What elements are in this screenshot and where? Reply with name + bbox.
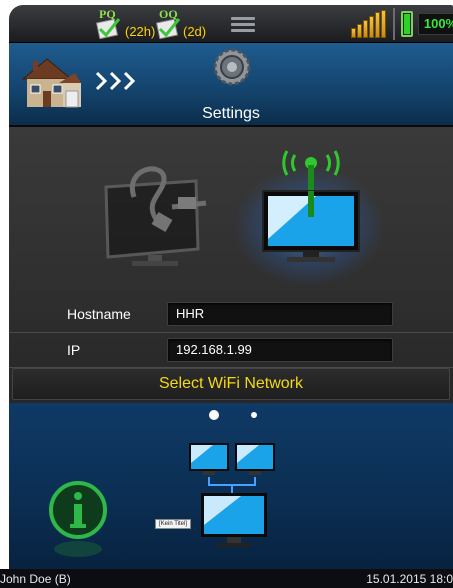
oq-status-badge[interactable]: OQ (2d)	[155, 7, 215, 41]
pq-code: PQ	[99, 7, 116, 21]
signal-strength-icon	[351, 10, 387, 38]
hostname-label: Hostname	[67, 306, 131, 322]
battery-icon	[401, 11, 413, 37]
battery-level-fill	[404, 14, 410, 34]
gear-icon	[213, 48, 251, 86]
window-tooltip: [Kein Titel]	[155, 519, 192, 529]
app-window: PQ (22h) OQ (2d) 100%	[0, 0, 453, 588]
network-monitors-icon[interactable]	[185, 441, 281, 565]
status-bar: PQ (22h) OQ (2d) 100%	[9, 5, 453, 43]
page-indicator-active[interactable]	[209, 410, 219, 420]
battery-percent: 100%	[418, 13, 453, 35]
pq-age: (22h)	[125, 24, 156, 39]
date-time: 15.01.2015 18:0	[366, 572, 453, 586]
ethernet-monitor-icon[interactable]	[94, 157, 214, 269]
wifi-monitor-icon[interactable]	[261, 147, 361, 267]
page-indicator[interactable]	[251, 412, 257, 418]
house-icon[interactable]	[19, 53, 83, 109]
network-settings-panel: Hostname HHR IP 192.168.1.99 Select WiFi…	[9, 127, 453, 403]
chevrons-right-icon	[95, 71, 136, 91]
footer-bar: John Doe (B) 15.01.2015 18:0	[0, 569, 453, 588]
ip-field[interactable]: 192.168.1.99	[167, 338, 393, 362]
info-icon[interactable]	[47, 479, 109, 559]
bottom-panel: [Kein Titel]	[9, 403, 453, 569]
oq-age: (2d)	[183, 24, 207, 39]
select-wifi-button[interactable]: Select WiFi Network	[12, 368, 450, 400]
ip-label: IP	[67, 342, 81, 358]
page-header: Settings	[9, 43, 453, 127]
hostname-field[interactable]: HHR	[167, 302, 393, 326]
hostname-row: Hostname HHR	[9, 297, 453, 331]
status-divider	[393, 8, 395, 40]
pq-status-badge[interactable]: PQ (22h)	[95, 7, 157, 41]
page-title: Settings	[202, 105, 260, 122]
oq-code: OQ	[159, 7, 178, 21]
ip-row: IP 192.168.1.99	[9, 333, 453, 367]
user-name: John Doe (B)	[0, 572, 71, 586]
hamburger-menu-icon[interactable]	[231, 17, 255, 33]
